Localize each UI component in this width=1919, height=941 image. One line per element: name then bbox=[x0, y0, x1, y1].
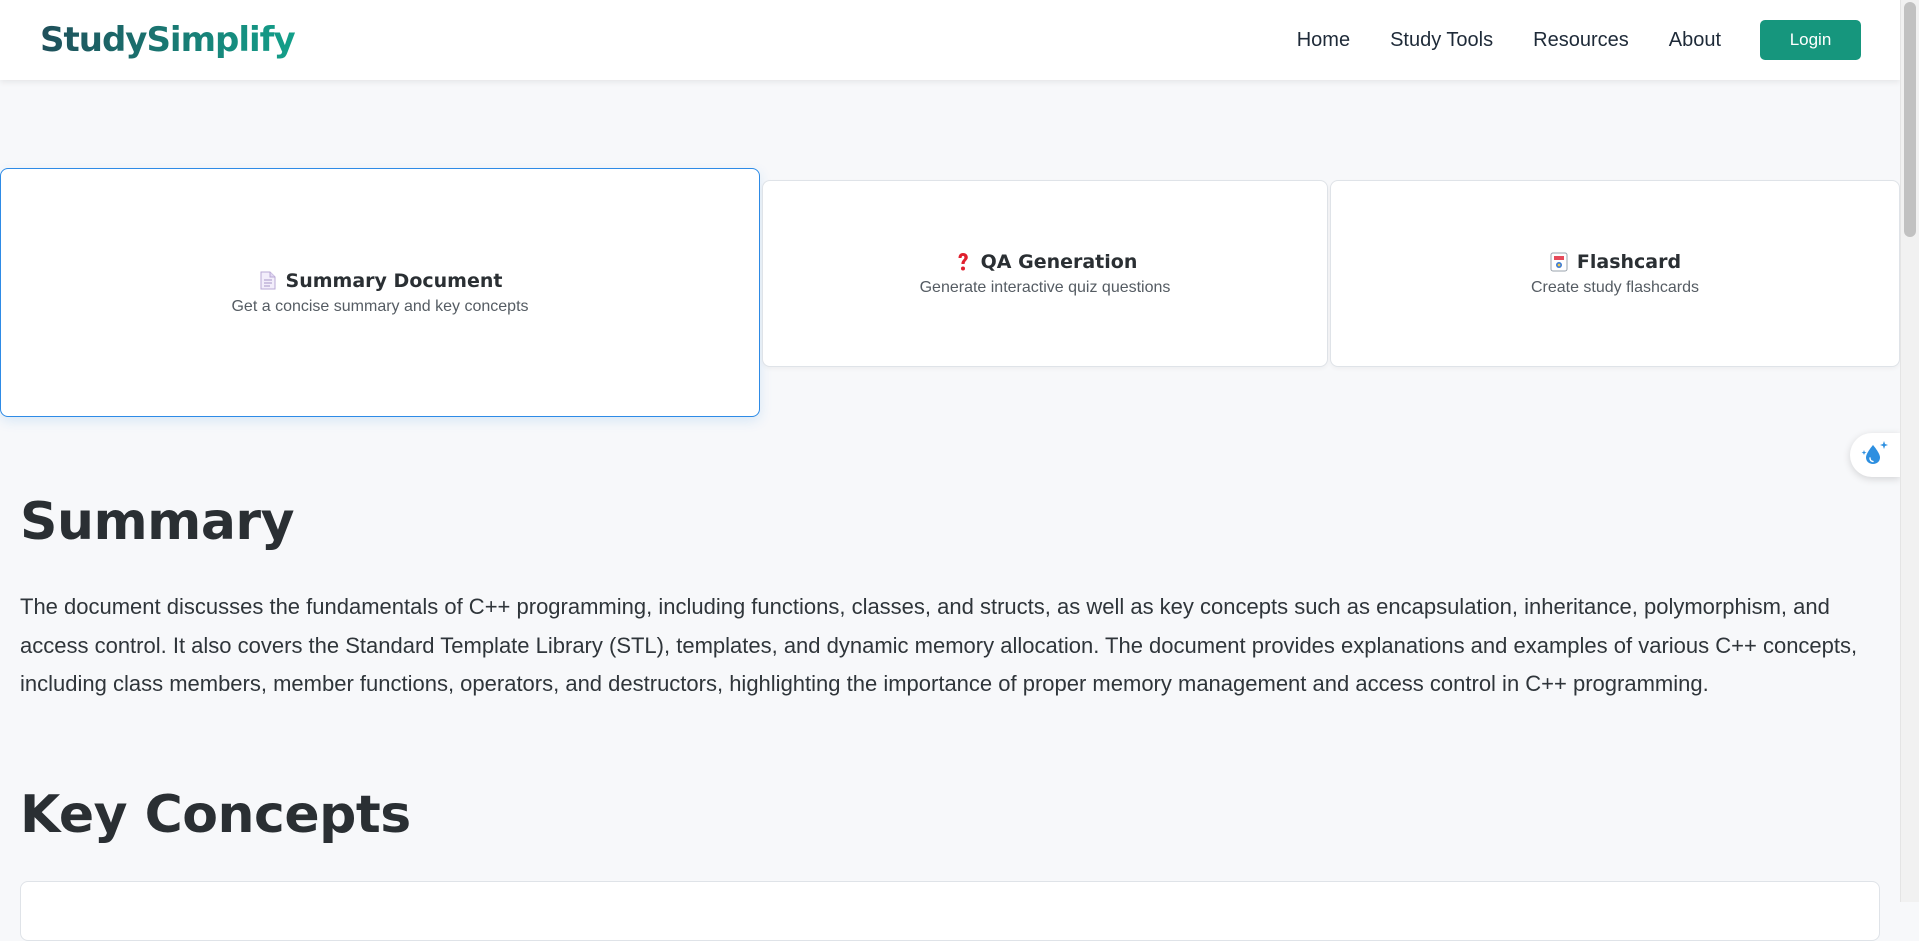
nav-home-link[interactable]: Home bbox=[1297, 29, 1350, 52]
tool-card-description: Create study flashcards bbox=[1530, 278, 1700, 296]
page-scrollbar[interactable] bbox=[1900, 0, 1919, 902]
key-concepts-container bbox=[20, 881, 1880, 941]
summary-heading: Summary bbox=[20, 492, 294, 552]
tool-card-title: Summary Document bbox=[258, 269, 503, 292]
sparkle-drop-icon bbox=[1860, 439, 1890, 472]
nav-resources-link[interactable]: Resources bbox=[1533, 29, 1629, 52]
tool-card-qa-generation[interactable]: QA Generation Generate interactive quiz … bbox=[762, 180, 1328, 367]
tool-title-text: Flashcard bbox=[1576, 250, 1682, 273]
floating-assistant-button[interactable] bbox=[1850, 433, 1900, 477]
login-button[interactable]: Login bbox=[1760, 20, 1861, 60]
question-mark-icon bbox=[953, 252, 973, 272]
flashcard-icon bbox=[1549, 252, 1569, 272]
tool-title-text: Summary Document bbox=[285, 269, 503, 292]
key-concepts-heading: Key Concepts bbox=[20, 785, 411, 845]
tool-card-title: QA Generation bbox=[953, 250, 1138, 273]
tool-card-summary-document[interactable]: Summary Document Get a concise summary a… bbox=[0, 168, 760, 417]
tool-card-title: Flashcard bbox=[1549, 251, 1681, 273]
tool-title-text: QA Generation bbox=[980, 250, 1138, 273]
tool-card-description: Generate interactive quiz questions bbox=[919, 278, 1171, 296]
main-nav: Home Study Tools Resources About Login bbox=[1297, 20, 1861, 60]
top-navbar: StudySimplify Home Study Tools Resources… bbox=[0, 0, 1900, 80]
site-logo[interactable]: StudySimplify bbox=[40, 20, 296, 60]
document-icon bbox=[258, 271, 278, 291]
summary-paragraph: The document discusses the fundamentals … bbox=[20, 594, 1858, 696]
tool-card-description: Get a concise summary and key concepts bbox=[231, 297, 529, 315]
nav-study-tools-link[interactable]: Study Tools bbox=[1390, 29, 1493, 52]
nav-about-link[interactable]: About bbox=[1669, 29, 1721, 52]
tool-card-flashcard[interactable]: Flashcard Create study flashcards bbox=[1330, 180, 1900, 367]
scrollbar-thumb[interactable] bbox=[1904, 2, 1916, 237]
